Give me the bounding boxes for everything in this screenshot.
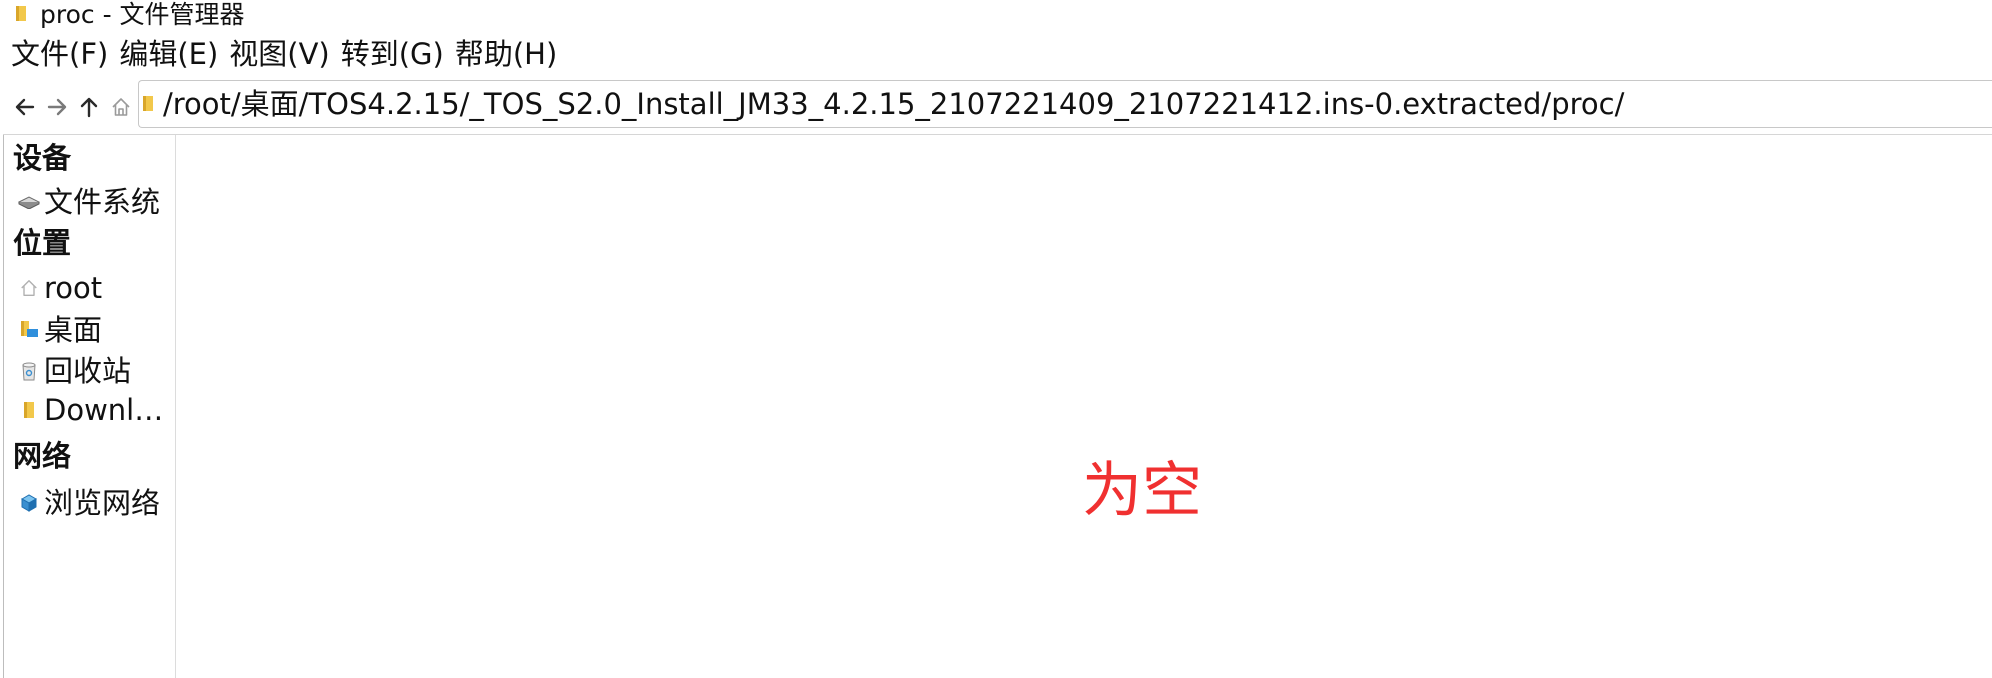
menu-edit[interactable]: 编辑(E) bbox=[119, 36, 218, 72]
menu-help[interactable]: 帮助(H) bbox=[455, 36, 557, 72]
up-button[interactable] bbox=[76, 94, 102, 120]
sidebar-header-devices: 设备 bbox=[13, 141, 72, 175]
sidebar-item-desktop[interactable]: 桌面 bbox=[18, 312, 175, 348]
path-bar[interactable] bbox=[138, 80, 1992, 128]
trash-icon bbox=[18, 360, 40, 382]
sidebar-item-label: 浏览网络 bbox=[44, 486, 161, 520]
back-button[interactable] bbox=[12, 94, 38, 120]
forward-button[interactable] bbox=[44, 94, 70, 120]
arrow-left-icon bbox=[15, 98, 35, 116]
sidebar-item-label: 桌面 bbox=[44, 313, 103, 347]
drive-icon bbox=[18, 191, 40, 213]
sidebar-header-places: 位置 bbox=[13, 226, 72, 260]
sidebar-header-network: 网络 bbox=[13, 439, 72, 473]
sidebar-item-label: Downl… bbox=[44, 393, 164, 427]
folder-icon bbox=[18, 399, 40, 421]
network-icon bbox=[18, 492, 40, 514]
folder-icon bbox=[143, 96, 153, 111]
home-icon bbox=[18, 277, 40, 299]
sidebar-item-label: root bbox=[44, 271, 103, 305]
sidebar-item-label: 回收站 bbox=[44, 354, 132, 388]
menu-bar: 文件(F) 编辑(E) 视图(V) 转到(G) 帮助(H) bbox=[0, 34, 568, 74]
sidebar-item-filesystem[interactable]: 文件系统 bbox=[18, 184, 175, 220]
home-icon bbox=[112, 98, 130, 116]
path-input[interactable] bbox=[163, 85, 1983, 123]
window-title: proc - 文件管理器 bbox=[40, 0, 245, 29]
home-button[interactable] bbox=[108, 94, 134, 120]
file-list-area[interactable]: 为空 bbox=[176, 135, 1992, 678]
desktop-folder-icon bbox=[18, 319, 40, 341]
empty-folder-note: 为空 bbox=[1082, 456, 1202, 526]
sidebar-item-browse-network[interactable]: 浏览网络 bbox=[18, 485, 175, 521]
sidebar: 设备 文件系统 位置 root 桌面 回收站 Downl… 网络 浏览网络 bbox=[4, 135, 176, 678]
menu-go[interactable]: 转到(G) bbox=[341, 36, 444, 72]
sidebar-item-trash[interactable]: 回收站 bbox=[18, 353, 175, 389]
sidebar-item-root[interactable]: root bbox=[18, 270, 175, 306]
arrow-up-icon bbox=[80, 97, 98, 118]
title-bar: proc - 文件管理器 bbox=[0, 0, 1992, 32]
menu-file[interactable]: 文件(F) bbox=[11, 36, 108, 72]
sidebar-item-downloads[interactable]: Downl… bbox=[18, 392, 175, 428]
navigation-bar bbox=[0, 80, 1992, 132]
folder-icon bbox=[16, 6, 26, 21]
menu-view[interactable]: 视图(V) bbox=[229, 36, 329, 72]
sidebar-item-label: 文件系统 bbox=[44, 185, 161, 219]
arrow-right-icon bbox=[47, 98, 67, 116]
